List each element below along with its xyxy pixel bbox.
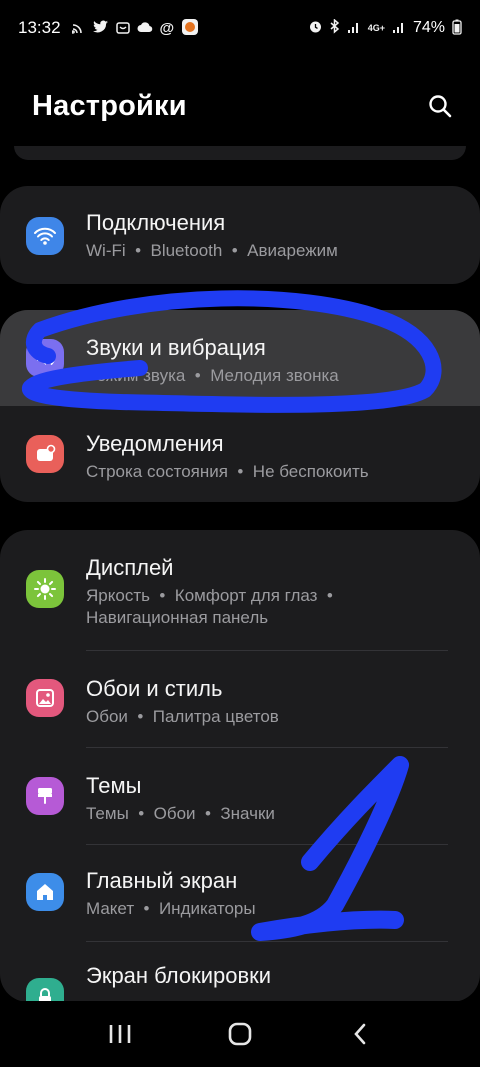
at-icon: @ [159,19,175,37]
header: Настройки [32,82,458,130]
alarm-icon [308,19,323,37]
status-time: 13:32 [18,18,61,37]
settings-group-sound-notifications: Звуки и вибрация Режим звука • Мелодия з… [0,310,480,502]
app-icon [181,18,199,39]
settings-item-notifications[interactable]: Уведомления Строка состояния • Не беспок… [0,406,480,502]
signal-icon [347,20,361,37]
back-button[interactable] [330,1009,390,1059]
cloud-icon [137,21,153,36]
settings-item-connections[interactable]: Подключения Wi-Fi • Bluetooth • Авиарежи… [0,186,480,284]
previous-card-edge [14,146,466,160]
item-subtitle: Темы • Обои • Значки [86,804,275,823]
lock-icon [26,978,64,1002]
navigation-bar [0,1001,480,1067]
item-title: Обои и стиль [86,676,223,701]
cast-icon [70,20,86,37]
wallpaper-icon [26,679,64,717]
settings-item-themes[interactable]: Темы Темы • Обои • Значки [0,748,480,844]
item-title: Звуки и вибрация [86,335,266,360]
brush-icon [26,777,64,815]
recents-icon [109,1025,131,1043]
status-bar: 13:32 @ 4G+ 74% [0,0,480,56]
item-title: Подключения [86,210,226,235]
wifi-icon [26,217,64,255]
item-title: Дисплей [86,555,174,580]
item-title: Темы [86,773,142,798]
signal-icon [392,20,406,37]
item-subtitle-line2: Навигационная панель [86,608,269,627]
item-title: Экран блокировки [86,963,272,988]
item-subtitle: Яркость • Комфорт для глаз • [86,586,333,605]
sun-icon [26,570,64,608]
home-button[interactable] [210,1009,270,1059]
item-title: Главный экран [86,868,238,893]
battery-percent: 74% [412,19,445,36]
item-subtitle: Режим звука • Мелодия звонка [86,366,339,385]
item-subtitle: Обои • Палитра цветов [86,707,279,726]
network-type: 4G+ [367,23,385,33]
page-title: Настройки [32,89,187,122]
settings-item-wallpaper[interactable]: Обои и стиль Обои • Палитра цветов [0,651,480,747]
settings-group-connections: Подключения Wi-Fi • Bluetooth • Авиарежи… [0,186,480,284]
settings-item-home-screen[interactable]: Главный экран Макет • Индикаторы [0,845,480,941]
bluetooth-icon [330,18,340,37]
twitter-icon [92,20,109,37]
settings-item-display[interactable]: Дисплей Яркость • Комфорт для глаз • Нав… [0,530,480,650]
gift-icon [115,20,130,37]
home-button-icon [228,1022,252,1046]
search-icon [429,95,452,118]
back-icon [354,1023,366,1045]
settings-item-sounds[interactable]: Звуки и вибрация Режим звука • Мелодия з… [0,310,480,406]
battery-icon [452,19,462,38]
item-title: Уведомления [86,431,224,456]
item-subtitle: Макет • Индикаторы [86,899,256,918]
item-subtitle: Wi-Fi • Bluetooth • Авиарежим [86,241,338,260]
recents-button[interactable] [90,1009,150,1059]
speaker-icon [26,339,64,377]
settings-item-lock-screen[interactable]: Экран блокировки [0,942,480,1002]
item-subtitle: Строка состояния • Не беспокоить [86,462,369,481]
home-icon [26,873,64,911]
search-button[interactable] [422,88,458,124]
settings-group-display: Дисплей Яркость • Комфорт для глаз • Нав… [0,530,480,1002]
notification-icon [26,435,64,473]
